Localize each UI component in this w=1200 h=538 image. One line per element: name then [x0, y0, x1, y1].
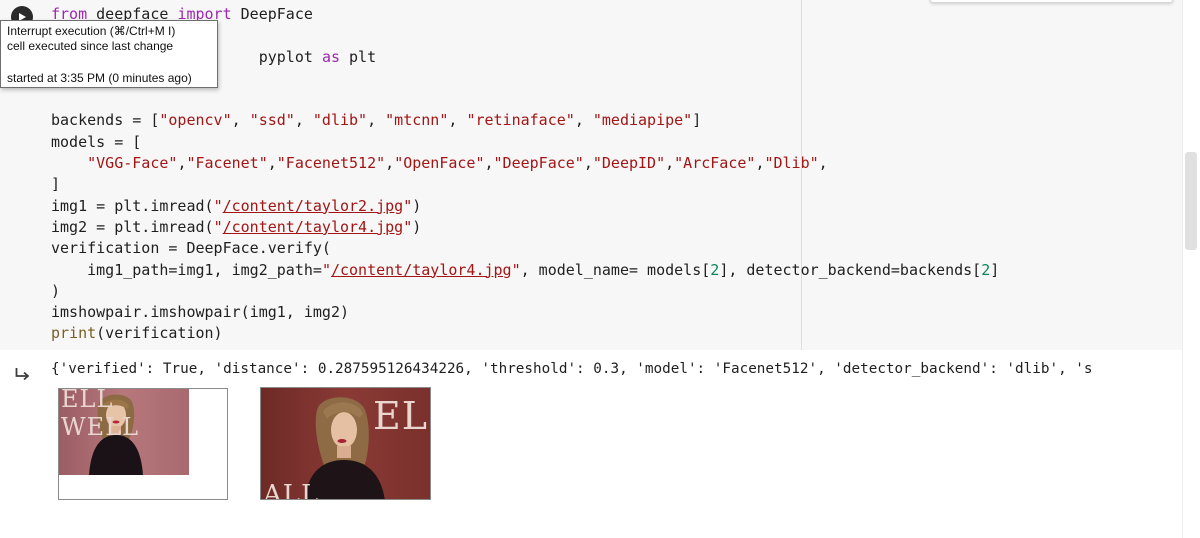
code-keyword: as [321, 47, 340, 66]
code-string: "Facenet512" [276, 154, 386, 173]
code-token: ) [412, 217, 422, 236]
code-line[interactable]: img2 = plt.imread("/content/taylor4.jpg"… [51, 217, 999, 238]
code-line[interactable]: print(verification) [51, 323, 999, 344]
code-cell[interactable]: from deepface import DeepFace pyplot as … [0, 0, 1200, 350]
code-path-link[interactable]: /content/taylor2.jpg [223, 197, 404, 215]
code-line[interactable]: img1 = plt.imread("/content/taylor2.jpg"… [51, 196, 999, 217]
code-string: "Dlib" [764, 154, 819, 173]
photo-2-wall-text-bottom: ALL [263, 480, 320, 500]
code-token: ] [51, 175, 61, 194]
code-token: (verification) [96, 324, 223, 343]
code-token: , [448, 111, 467, 130]
code-token: , [583, 154, 593, 173]
code-token: ], detector_backend=backends[ [719, 260, 982, 279]
code-string: "dlib" [312, 111, 368, 130]
code-token: img1 = plt.imread( [51, 196, 214, 215]
code-string: " [213, 217, 223, 236]
code-string: " [403, 217, 413, 236]
code-number: 2 [710, 260, 720, 279]
code-string: "ssd" [249, 111, 295, 130]
output-image-1: ELL WELL [58, 388, 228, 500]
code-line[interactable]: "VGG-Face","Facenet","Facenet512","OpenF… [51, 153, 999, 174]
code-token: models = [ [51, 132, 142, 151]
tooltip-line-started: started at 3:35 PM (0 minutes ago) [7, 71, 192, 85]
code-token: verification = DeepFace.verify( [51, 239, 331, 258]
code-token: , [574, 111, 593, 130]
output-image-2: ELL ALL [260, 387, 431, 500]
taylor-photo-1: ELL WELL [59, 389, 189, 475]
code-line[interactable]: backends = ["opencv", "ssd", "dlib", "mt… [51, 110, 999, 131]
code-token: , [385, 154, 395, 173]
code-line[interactable]: ) [51, 281, 999, 302]
tooltip-line-interrupt: Interrupt execution (⌘/Ctrl+M I) [7, 24, 176, 38]
code-token: plt [340, 47, 377, 66]
code-string: "ArcFace" [674, 154, 756, 173]
code-string: "OpenFace" [394, 154, 485, 173]
code-token: img1_path=img1, img2_path= [51, 260, 322, 279]
code-token: , [267, 154, 277, 173]
run-button-tooltip: Interrupt execution (⌘/Ctrl+M I) cell ex… [0, 20, 218, 88]
photo-1-wall-text: ELL WELL [61, 389, 140, 441]
code-line[interactable] [51, 89, 999, 110]
code-line[interactable]: verification = DeepFace.verify( [51, 238, 999, 259]
code-string: "DeepFace" [493, 154, 584, 173]
code-token: , [665, 154, 675, 173]
code-token: , [818, 154, 828, 173]
code-token: DeepFace [231, 5, 313, 23]
code-string: " [213, 196, 223, 215]
code-line[interactable]: ] [51, 174, 999, 195]
code-string: "opencv" [159, 111, 232, 130]
code-string: " [321, 260, 331, 279]
code-token: , [231, 111, 250, 130]
code-token: print [51, 324, 97, 343]
code-string: "mtcnn" [385, 111, 449, 130]
code-token: img2 = plt.imread( [51, 217, 214, 236]
code-string: "mediapipe" [592, 111, 693, 130]
code-line[interactable]: models = [ [51, 132, 999, 153]
taylor-photo-2: ELL ALL [261, 388, 430, 500]
code-line[interactable]: img1_path=img1, img2_path="/content/tayl… [51, 260, 999, 281]
photo-2-wall-text-top: ELL [373, 394, 430, 438]
code-string: "DeepID" [592, 154, 666, 173]
output-arrow-icon[interactable] [15, 366, 33, 382]
output-text: {'verified': True, 'distance': 0.2875951… [51, 361, 1093, 377]
code-number: 2 [981, 260, 991, 279]
code-string: "VGG-Face" [87, 154, 178, 173]
code-token: ) [412, 196, 422, 215]
code-token: , [484, 154, 494, 173]
tooltip-line-executed: cell executed since last change [7, 39, 174, 53]
scrollbar[interactable] [1182, 0, 1200, 538]
code-token: , model_name= models[ [520, 260, 711, 279]
code-token: imshowpair.imshowpair(img1, img2) [51, 303, 350, 322]
code-token: ] [692, 111, 702, 130]
code-line[interactable]: imshowpair.imshowpair(img1, img2) [51, 302, 999, 323]
code-string: "Facenet" [186, 154, 268, 173]
top-floating-panel [930, 0, 1173, 3]
code-string: " [403, 196, 413, 215]
code-token: , [367, 111, 386, 130]
code-token: , [294, 111, 313, 130]
code-path-link[interactable]: /content/taylor4.jpg [331, 261, 512, 279]
code-token: ] [990, 260, 1000, 279]
code-token: backends = [ [51, 111, 160, 130]
code-path-link[interactable]: /content/taylor4.jpg [223, 218, 404, 236]
notebook-root: from deepface import DeepFace pyplot as … [0, 0, 1200, 538]
scrollbar-thumb[interactable] [1185, 152, 1197, 250]
code-string: "retinaface" [466, 111, 575, 130]
code-token: ) [51, 281, 61, 300]
code-string: " [511, 260, 521, 279]
